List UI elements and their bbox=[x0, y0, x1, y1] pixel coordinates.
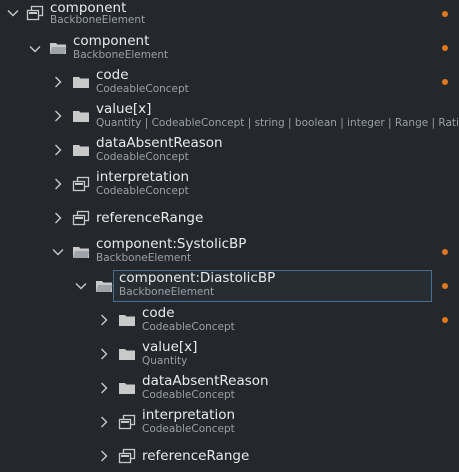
element-name: code bbox=[96, 67, 129, 83]
folder-icon bbox=[72, 244, 90, 260]
folder-icon bbox=[72, 74, 90, 90]
chevron-down-icon[interactable] bbox=[27, 41, 43, 57]
element-type: Quantity | CodeableConcept | string | bo… bbox=[96, 117, 459, 129]
element-type: CodeableConcept bbox=[96, 185, 189, 197]
tree-row-data-absent-reason[interactable]: dataAbsentReason CodeableConcept bbox=[0, 373, 459, 407]
tree-row-component[interactable]: component BackboneElement bbox=[0, 33, 459, 67]
element-name: component bbox=[73, 33, 150, 49]
element-name: code bbox=[142, 305, 175, 321]
tree-row-interpretation[interactable]: interpretation CodeableConcept bbox=[0, 169, 459, 203]
complex-type-icon bbox=[72, 176, 90, 192]
folder-icon bbox=[118, 312, 136, 328]
element-name: value[x] bbox=[142, 339, 198, 355]
folder-icon bbox=[118, 346, 136, 362]
element-name: dataAbsentReason bbox=[142, 373, 269, 389]
tree-row-interpretation[interactable]: interpretation CodeableConcept bbox=[0, 407, 459, 441]
chevron-right-icon[interactable] bbox=[50, 142, 66, 158]
chevron-right-icon[interactable] bbox=[50, 108, 66, 124]
element-type: CodeableConcept bbox=[142, 389, 235, 401]
modified-indicator bbox=[442, 317, 448, 323]
modified-indicator bbox=[442, 79, 448, 85]
element-name: interpretation bbox=[96, 169, 190, 185]
chevron-right-icon[interactable] bbox=[50, 74, 66, 90]
tree-row-code[interactable]: code CodeableConcept bbox=[0, 305, 459, 339]
chevron-down-icon[interactable] bbox=[5, 5, 21, 21]
folder-icon bbox=[49, 40, 67, 56]
tree-row-reference-range[interactable]: referenceRange bbox=[0, 203, 459, 237]
folder-icon bbox=[95, 278, 113, 294]
element-type: CodeableConcept bbox=[96, 151, 189, 163]
element-type: Quantity bbox=[142, 355, 188, 367]
tree-row-data-absent-reason[interactable]: dataAbsentReason CodeableConcept bbox=[0, 135, 459, 169]
complex-type-icon bbox=[118, 414, 136, 430]
tree-row-component-root[interactable]: component BackboneElement bbox=[0, 0, 459, 34]
element-name: component:SystolicBP bbox=[96, 236, 247, 252]
chevron-down-icon[interactable] bbox=[73, 278, 89, 294]
tree-row-component-systolic-bp[interactable]: component:SystolicBP BackboneElement bbox=[0, 236, 459, 271]
chevron-right-icon[interactable] bbox=[96, 380, 112, 396]
element-name: referenceRange bbox=[142, 448, 250, 464]
element-name: value[x] bbox=[96, 101, 152, 117]
element-type: CodeableConcept bbox=[96, 83, 189, 95]
element-name: interpretation bbox=[142, 407, 236, 423]
chevron-right-icon[interactable] bbox=[50, 176, 66, 192]
element-type: BackboneElement bbox=[73, 49, 169, 61]
modified-indicator bbox=[442, 11, 448, 17]
tree-row-component-diastolic-bp[interactable]: component:DiastolicBP BackboneElement bbox=[0, 270, 459, 305]
tree-row-value-x[interactable]: value[x] Quantity bbox=[0, 339, 459, 373]
element-type: BackboneElement bbox=[96, 252, 192, 264]
element-name: referenceRange bbox=[96, 210, 204, 226]
complex-type-icon bbox=[72, 210, 90, 226]
element-type: CodeableConcept bbox=[142, 423, 235, 435]
element-name: component:DiastolicBP bbox=[119, 270, 276, 286]
complex-type-icon bbox=[26, 5, 44, 21]
element-name: dataAbsentReason bbox=[96, 135, 223, 151]
modified-indicator bbox=[442, 45, 448, 51]
folder-icon bbox=[72, 142, 90, 158]
complex-type-icon bbox=[118, 448, 136, 464]
folder-icon bbox=[118, 380, 136, 396]
tree-row-reference-range[interactable]: referenceRange bbox=[0, 441, 459, 472]
chevron-right-icon[interactable] bbox=[96, 346, 112, 362]
element-type: BackboneElement bbox=[119, 286, 215, 298]
folder-icon bbox=[72, 108, 90, 124]
chevron-right-icon[interactable] bbox=[96, 448, 112, 464]
tree-row-code[interactable]: code CodeableConcept bbox=[0, 67, 459, 101]
chevron-down-icon[interactable] bbox=[50, 244, 66, 260]
chevron-right-icon[interactable] bbox=[96, 312, 112, 328]
modified-indicator bbox=[442, 283, 448, 289]
chevron-right-icon[interactable] bbox=[50, 210, 66, 226]
chevron-right-icon[interactable] bbox=[96, 414, 112, 430]
element-type: CodeableConcept bbox=[142, 321, 235, 333]
element-tree: component BackboneElement component Back… bbox=[0, 0, 459, 472]
element-type: BackboneElement bbox=[50, 14, 146, 26]
modified-indicator bbox=[442, 249, 448, 255]
tree-row-value-x[interactable]: value[x] Quantity | CodeableConcept | st… bbox=[0, 101, 459, 135]
